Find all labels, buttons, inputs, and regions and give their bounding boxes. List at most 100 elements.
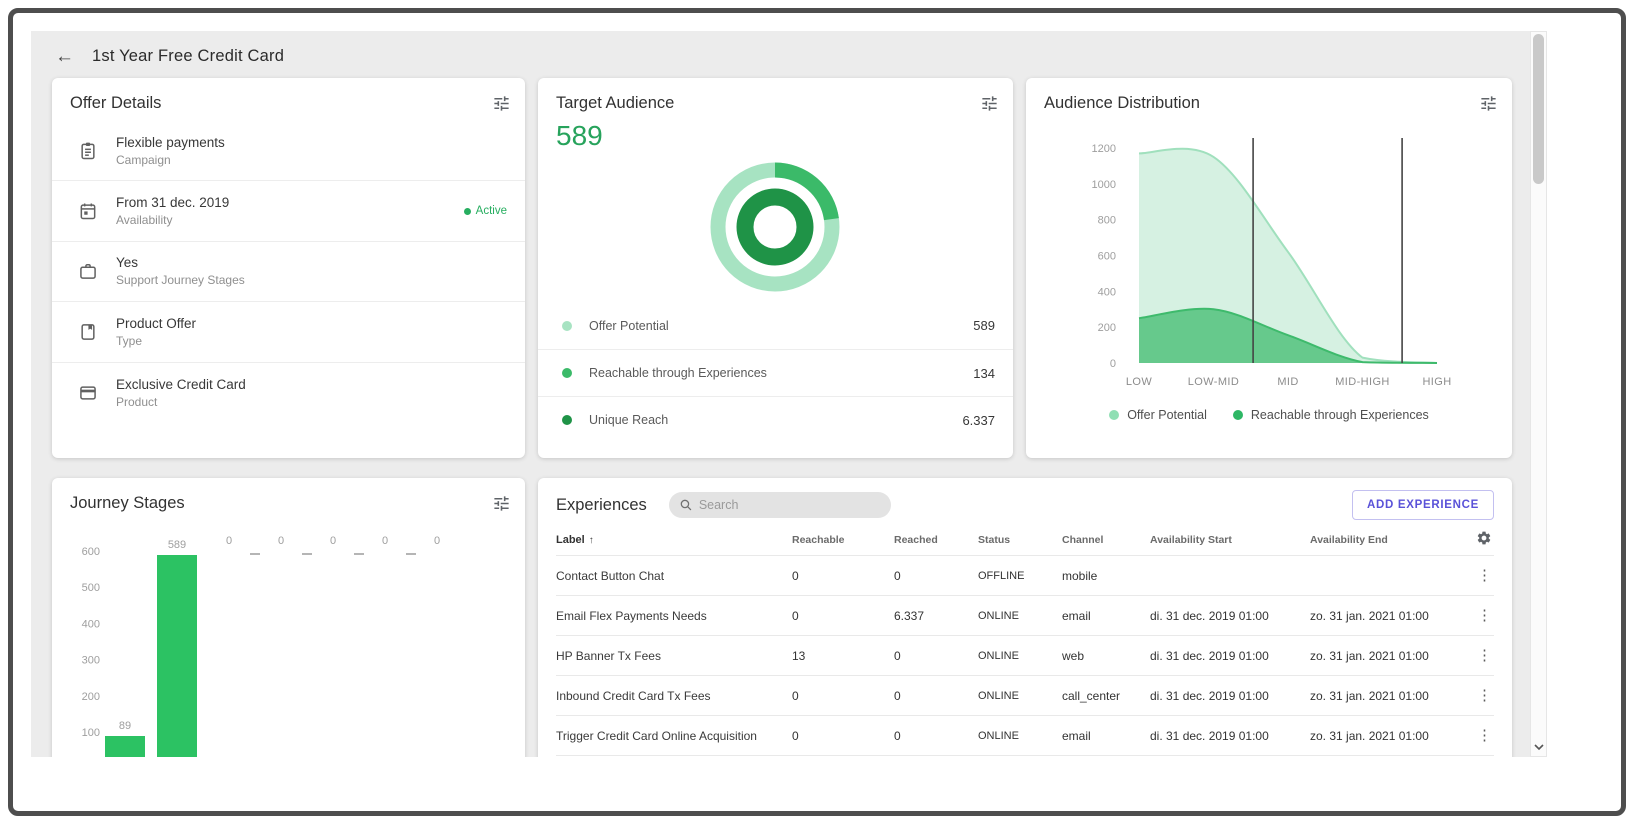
svg-text:0: 0	[278, 535, 284, 547]
cell-availability-start: di. 31 dec. 2019 01:00	[1150, 688, 1269, 703]
column-header-status[interactable]: Status	[978, 534, 1062, 546]
offer-detail-primary: Exclusive Credit Card	[116, 376, 246, 392]
back-button[interactable]: ←	[55, 47, 74, 66]
offer-detail-secondary: Support Journey Stages	[116, 273, 245, 288]
offer-detail-text: From 31 dec. 2019 Availability	[116, 195, 229, 227]
tune-icon[interactable]	[492, 494, 511, 513]
cell-status: OFFLINE	[978, 569, 1025, 582]
scrollbar-thumb[interactable]	[1533, 34, 1544, 184]
svg-text:1200: 1200	[1092, 143, 1116, 155]
kebab-menu-icon[interactable]: ⋮	[1477, 648, 1492, 663]
cell-reached: 6.337	[894, 608, 925, 623]
legend-dot	[562, 415, 572, 425]
legend-label: Reachable through Experiences	[589, 366, 767, 380]
kebab-menu-icon[interactable]: ⋮	[1477, 608, 1492, 623]
card-title: Experiences	[556, 495, 647, 514]
audience-distribution-card: Audience Distribution 0 200 400 600 800 1000 1…	[1026, 78, 1512, 458]
svg-text:HIGH: HIGH	[1422, 376, 1451, 388]
status-label: Active	[475, 205, 507, 218]
cell-channel: call_center	[1062, 688, 1121, 703]
scrollbar[interactable]	[1530, 31, 1547, 757]
legend-value: 589	[973, 318, 995, 333]
kebab-menu-icon[interactable]: ⋮	[1477, 728, 1492, 743]
target-audience-count: 589	[556, 120, 603, 151]
offer-detail-row: Flexible payments Campaign	[52, 121, 525, 182]
search-input[interactable]	[698, 498, 881, 512]
svg-text:400: 400	[82, 618, 100, 630]
tune-icon[interactable]	[1479, 94, 1498, 113]
svg-text:89: 89	[119, 720, 131, 732]
offer-detail-row: Product Offer Type	[52, 302, 525, 363]
experiences-card: Experiences ADD EXPERIENCE Label↑ Reacha…	[538, 478, 1512, 757]
offer-detail-secondary: Type	[116, 333, 143, 348]
cell-channel: mobile	[1062, 568, 1098, 583]
experiences-table: Label ↑ Reachable Reached Status Channel …	[556, 524, 1494, 756]
cell-reached: 0	[894, 728, 901, 743]
scroll-down-button[interactable]	[1531, 738, 1546, 756]
offer-detail-text: Yes Support Journey Stages	[116, 255, 245, 287]
offer-detail-text: Exclusive Credit Card Product	[116, 377, 246, 409]
experience-row[interactable]: Inbound Credit Card Tx Fees 0 0 ONLINE c…	[556, 676, 1494, 716]
cell-availability-start: email	[1062, 728, 1091, 743]
offer-detail-row: From 31 dec. 2019 Availability Active	[52, 181, 525, 242]
offer-detail-text: Product Offer Type	[116, 316, 196, 348]
legend-row: Offer Potential 589	[538, 302, 1013, 349]
card-title: Target Audience	[556, 94, 675, 112]
svg-text:300: 300	[82, 655, 100, 667]
cell-reachable: 13	[792, 648, 806, 663]
tune-icon[interactable]	[980, 94, 999, 113]
gear-icon[interactable]	[1476, 530, 1492, 546]
experience-row[interactable]: Contact Button Chat 0 0 OFFLINE mobile ⋮	[556, 556, 1494, 596]
kebab-menu-icon[interactable]: ⋮	[1477, 568, 1492, 583]
svg-text:200: 200	[82, 691, 100, 703]
svg-text:589: 589	[168, 539, 186, 551]
column-header-reached[interactable]: Reached	[894, 534, 978, 546]
column-header-availability-start[interactable]: Availability Start	[1150, 534, 1310, 546]
column-header-reachable[interactable]: Reachable	[792, 534, 894, 546]
add-experience-button[interactable]: ADD EXPERIENCE	[1351, 490, 1494, 520]
tune-icon[interactable]	[492, 94, 511, 113]
status-badge: Active	[463, 205, 507, 218]
sort-asc-icon: ↑	[588, 534, 594, 546]
experience-label: Email Flex Payments Needs	[556, 608, 707, 623]
app-window: ← 1st Year Free Credit Card Offer Detail…	[8, 8, 1626, 816]
cell-availability-end: zo. 31 jan. 2021 01:00	[1310, 728, 1429, 743]
active-dot	[463, 207, 471, 215]
svg-text:800: 800	[1098, 215, 1116, 227]
journey-stages-chart: 100 200 300 400 500 600 89 589 0 0 0 0 0	[82, 535, 440, 757]
svg-text:LOW-MID: LOW-MID	[1188, 376, 1239, 388]
offer-detail-primary: Flexible payments	[116, 134, 225, 150]
column-header-availability-end[interactable]: Availability End	[1310, 534, 1470, 546]
page-title: 1st Year Free Credit Card	[92, 46, 285, 65]
audience-donut-chart	[710, 162, 840, 292]
experience-row[interactable]: Trigger Credit Card Online Acquisition 0…	[556, 716, 1494, 756]
chevron-down-icon	[1533, 743, 1544, 750]
kebab-menu-icon[interactable]: ⋮	[1477, 688, 1492, 703]
cell-availability-end: zo. 31 jan. 2021 01:00	[1310, 608, 1429, 623]
legend-row: Reachable through Experiences 134	[538, 349, 1013, 396]
svg-text:MID-HIGH: MID-HIGH	[1335, 376, 1390, 388]
column-header-label[interactable]: Label ↑	[556, 534, 792, 546]
cell-reachable: 0	[792, 728, 799, 743]
experience-row[interactable]: Email Flex Payments Needs 0 6.337 ONLINE…	[556, 596, 1494, 636]
offer-detail-primary: From 31 dec. 2019	[116, 195, 230, 211]
cell-availability-end: zo. 31 jan. 2021 01:00	[1310, 688, 1429, 703]
briefcase-icon	[78, 261, 98, 281]
cell-reachable: 0	[792, 568, 799, 583]
journey-stages-card: Journey Stages 100 200 300 400 500 600 89 589 0 0…	[52, 478, 525, 757]
offer-detail-primary: Product Offer	[116, 315, 197, 331]
audience-legend: Offer Potential 589 Reachable through Ex…	[538, 302, 1013, 443]
table-header-row: Label ↑ Reachable Reached Status Channel …	[556, 524, 1494, 556]
column-header-channel[interactable]: Channel	[1062, 534, 1150, 546]
cell-status: ONLINE	[978, 689, 1019, 702]
offer-detail-secondary: Availability	[116, 213, 173, 228]
experience-row[interactable]: HP Banner Tx Fees 13 0 ONLINE web di. 31…	[556, 636, 1494, 676]
cell-status: ONLINE	[978, 649, 1019, 662]
cell-status: ONLINE	[978, 729, 1019, 742]
column-settings[interactable]	[1476, 530, 1494, 549]
offer-detail-text: Flexible payments Campaign	[116, 135, 225, 167]
search-box[interactable]	[668, 492, 891, 518]
offer-detail-row: Exclusive Credit Card Product	[52, 363, 525, 423]
card-title: Audience Distribution	[1044, 94, 1200, 112]
svg-text:100: 100	[82, 727, 100, 739]
